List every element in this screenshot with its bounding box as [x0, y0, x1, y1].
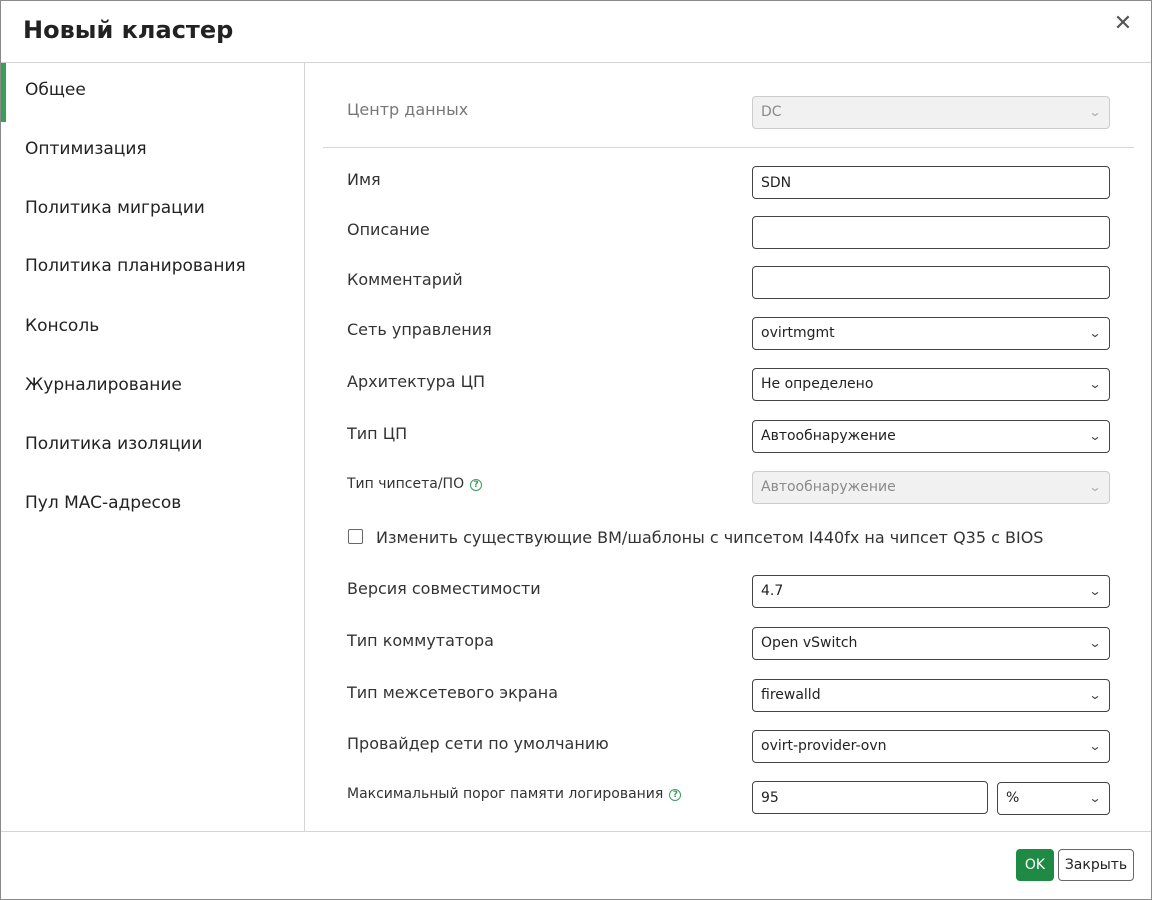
- dialog-title: Новый кластер: [23, 16, 234, 44]
- sidebar-item-scheduling-policy[interactable]: Политика планирования: [1, 240, 304, 299]
- description-input[interactable]: [752, 216, 1110, 249]
- new-cluster-dialog: Новый кластер ✕ Общее Оптимизация Полити…: [0, 0, 1152, 900]
- compat-version-select[interactable]: 4.7 ⌄: [752, 575, 1110, 608]
- cpu-type-value: Автообнаружение: [761, 428, 896, 444]
- sidebar-item-label: Общее: [25, 80, 86, 100]
- chevron-down-icon: ⌄: [1088, 791, 1102, 805]
- network-provider-select[interactable]: ovirt-provider-ovn ⌄: [752, 730, 1110, 763]
- ok-button[interactable]: OK: [1016, 849, 1054, 881]
- sidebar-item-fencing-policy[interactable]: Политика изоляции: [1, 417, 304, 476]
- name-label: Имя: [347, 170, 381, 189]
- help-icon[interactable]: ?: [470, 479, 483, 491]
- comment-input[interactable]: [752, 266, 1110, 299]
- chevron-down-icon: ⌄: [1088, 480, 1102, 494]
- close-icon[interactable]: ✕: [1111, 11, 1135, 39]
- chipset-label-text: Тип чипсета/ПО: [347, 476, 465, 492]
- sidebar-item-label: Политика планирования: [25, 256, 246, 276]
- name-input[interactable]: [752, 166, 1110, 199]
- chevron-down-icon: ⌄: [1088, 739, 1102, 753]
- compat-version-label: Версия совместимости: [347, 579, 541, 598]
- sidebar-item-label: Консоль: [25, 316, 100, 336]
- firewall-type-label: Тип межсетевого экрана: [347, 683, 559, 702]
- datacenter-label: Центр данных: [347, 100, 469, 119]
- change-chipset-label: Изменить существующие ВМ/шаблоны с чипсе…: [376, 528, 1044, 547]
- management-network-select[interactable]: ovirtmgmt ⌄: [752, 317, 1110, 350]
- sidebar-item-migration-policy[interactable]: Политика миграции: [1, 181, 304, 240]
- firewall-type-select[interactable]: firewalld ⌄: [752, 679, 1110, 712]
- close-button[interactable]: Закрыть: [1058, 849, 1134, 881]
- datacenter-value: DC: [761, 104, 782, 120]
- comment-label: Комментарий: [347, 270, 463, 289]
- chipset-label: Тип чипсета/ПО?: [347, 476, 483, 492]
- compat-version-value: 4.7: [761, 583, 784, 599]
- network-provider-value: ovirt-provider-ovn: [761, 738, 887, 754]
- chevron-down-icon: ⌄: [1088, 584, 1102, 598]
- log-threshold-label-text: Максимальный порог памяти логирования: [347, 786, 664, 802]
- chipset-select: Автообнаружение ⌄: [752, 471, 1110, 504]
- switch-type-label: Тип коммутатора: [347, 631, 494, 650]
- sidebar-item-label: Политика изоляции: [25, 434, 203, 454]
- chevron-down-icon: ⌄: [1088, 326, 1102, 340]
- chevron-down-icon: ⌄: [1088, 105, 1102, 119]
- description-label: Описание: [347, 220, 430, 239]
- management-network-value: ovirtmgmt: [761, 325, 835, 341]
- sidebar-item-general[interactable]: Общее: [1, 63, 304, 122]
- log-threshold-unit-value: %: [1006, 790, 1020, 806]
- chevron-down-icon: ⌄: [1088, 377, 1102, 391]
- sidebar-item-optimization[interactable]: Оптимизация: [1, 122, 304, 181]
- switch-type-value: Open vSwitch: [761, 635, 858, 651]
- switch-type-select[interactable]: Open vSwitch ⌄: [752, 627, 1110, 660]
- divider: [323, 147, 1134, 148]
- log-threshold-input[interactable]: [752, 781, 988, 814]
- dialog-header: Новый кластер ✕: [1, 1, 1151, 63]
- sidebar-item-label: Журналирование: [25, 375, 182, 395]
- help-icon[interactable]: ?: [669, 789, 682, 801]
- cpu-type-select[interactable]: Автообнаружение ⌄: [752, 420, 1110, 453]
- cpu-architecture-label: Архитектура ЦП: [347, 372, 486, 391]
- sidebar-item-mac-pool[interactable]: Пул MAC-адресов: [1, 476, 304, 535]
- sidebar-item-label: Пул MAC-адресов: [25, 493, 182, 513]
- sidebar-item-console[interactable]: Консоль: [1, 299, 304, 358]
- cpu-architecture-select[interactable]: Не определено ⌄: [752, 368, 1110, 401]
- network-provider-label: Провайдер сети по умолчанию: [347, 734, 609, 753]
- chevron-down-icon: ⌄: [1088, 636, 1102, 650]
- log-threshold-label: Максимальный порог памяти логирования?: [347, 786, 682, 802]
- cpu-type-label: Тип ЦП: [347, 424, 408, 443]
- datacenter-select: DC ⌄: [752, 96, 1110, 129]
- dialog-footer: OK Закрыть: [1, 831, 1151, 899]
- chevron-down-icon: ⌄: [1088, 688, 1102, 702]
- cpu-architecture-value: Не определено: [761, 376, 874, 392]
- log-threshold-unit-select[interactable]: % ⌄: [997, 782, 1110, 815]
- sidebar-item-label: Оптимизация: [25, 139, 147, 159]
- chevron-down-icon: ⌄: [1088, 429, 1102, 443]
- chipset-value: Автообнаружение: [761, 479, 896, 495]
- sidebar-item-label: Политика миграции: [25, 198, 205, 218]
- change-chipset-checkbox[interactable]: [348, 529, 363, 544]
- general-tab-content: Центр данных DC ⌄ Имя Описание Комментар…: [306, 63, 1151, 831]
- firewall-type-value: firewalld: [761, 687, 821, 703]
- management-network-label: Сеть управления: [347, 320, 492, 339]
- sidebar: Общее Оптимизация Политика миграции Поли…: [1, 63, 305, 831]
- sidebar-item-logging[interactable]: Журналирование: [1, 358, 304, 417]
